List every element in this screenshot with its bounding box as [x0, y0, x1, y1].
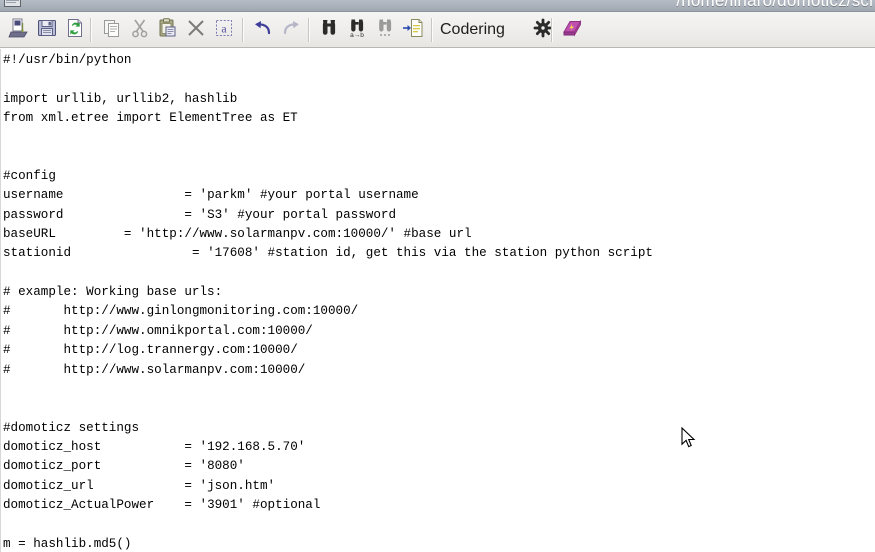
reload-document-icon [64, 17, 86, 44]
clipboard-paste-icon [157, 17, 179, 44]
find-button[interactable] [314, 15, 344, 45]
goto-line-document-icon [402, 17, 424, 44]
copy-button[interactable] [97, 15, 127, 45]
undo-button[interactable] [248, 15, 278, 45]
help-button[interactable] [557, 15, 587, 45]
find-next-button[interactable] [370, 15, 400, 45]
delete-button[interactable] [181, 15, 211, 45]
code-editor-area[interactable]: #!/usr/bin/python import urllib, urllib2… [0, 49, 875, 552]
window-title: /home/linaro/domoticz/scr [676, 0, 875, 10]
toolbar-separator-3 [308, 18, 310, 42]
svg-text:a→b: a→b [350, 32, 364, 39]
close-x-icon [185, 17, 207, 44]
cut-button[interactable] [125, 15, 155, 45]
save-floppy-icon [36, 17, 58, 44]
editor-window: /home/linaro/domoticz/scr a a→b Codering… [0, 0, 875, 552]
paste-button[interactable] [153, 15, 183, 45]
svg-text:a: a [221, 21, 227, 35]
undo-arrow-icon [252, 17, 274, 44]
binoculars-find-icon [318, 17, 340, 44]
select-all-a-icon: a [213, 17, 235, 44]
editor-left-margin [0, 49, 1, 552]
redo-arrow-icon [280, 17, 302, 44]
window-icon [4, 0, 21, 7]
redo-button[interactable] [276, 15, 306, 45]
save-file-button[interactable] [32, 15, 62, 45]
help-book-icon [561, 17, 583, 44]
toolbar-separator-1 [90, 18, 92, 42]
toolbar-separator-5 [551, 18, 553, 42]
title-bar: /home/linaro/domoticz/scr [0, 0, 875, 12]
open-file-button[interactable] [4, 15, 34, 45]
binoculars-next-icon [374, 17, 396, 44]
gear-icon [533, 18, 553, 43]
source-code[interactable]: #!/usr/bin/python import urllib, urllib2… [3, 51, 875, 552]
goto-line-button[interactable] [398, 15, 428, 45]
reload-file-button[interactable] [60, 15, 90, 45]
select-all-button[interactable]: a [209, 15, 239, 45]
preferences-button[interactable] [528, 15, 558, 45]
replace-button[interactable]: a→b [342, 15, 372, 45]
toolbar: a a→b Codering [0, 12, 875, 48]
toolbar-separator-2 [242, 18, 244, 42]
encoding-label: Codering [440, 21, 505, 38]
copy-icon [101, 17, 123, 44]
scissors-icon [129, 17, 151, 44]
toolbar-separator-4 [431, 18, 433, 42]
open-document-icon [8, 17, 30, 44]
binoculars-replace-icon: a→b [346, 17, 368, 44]
